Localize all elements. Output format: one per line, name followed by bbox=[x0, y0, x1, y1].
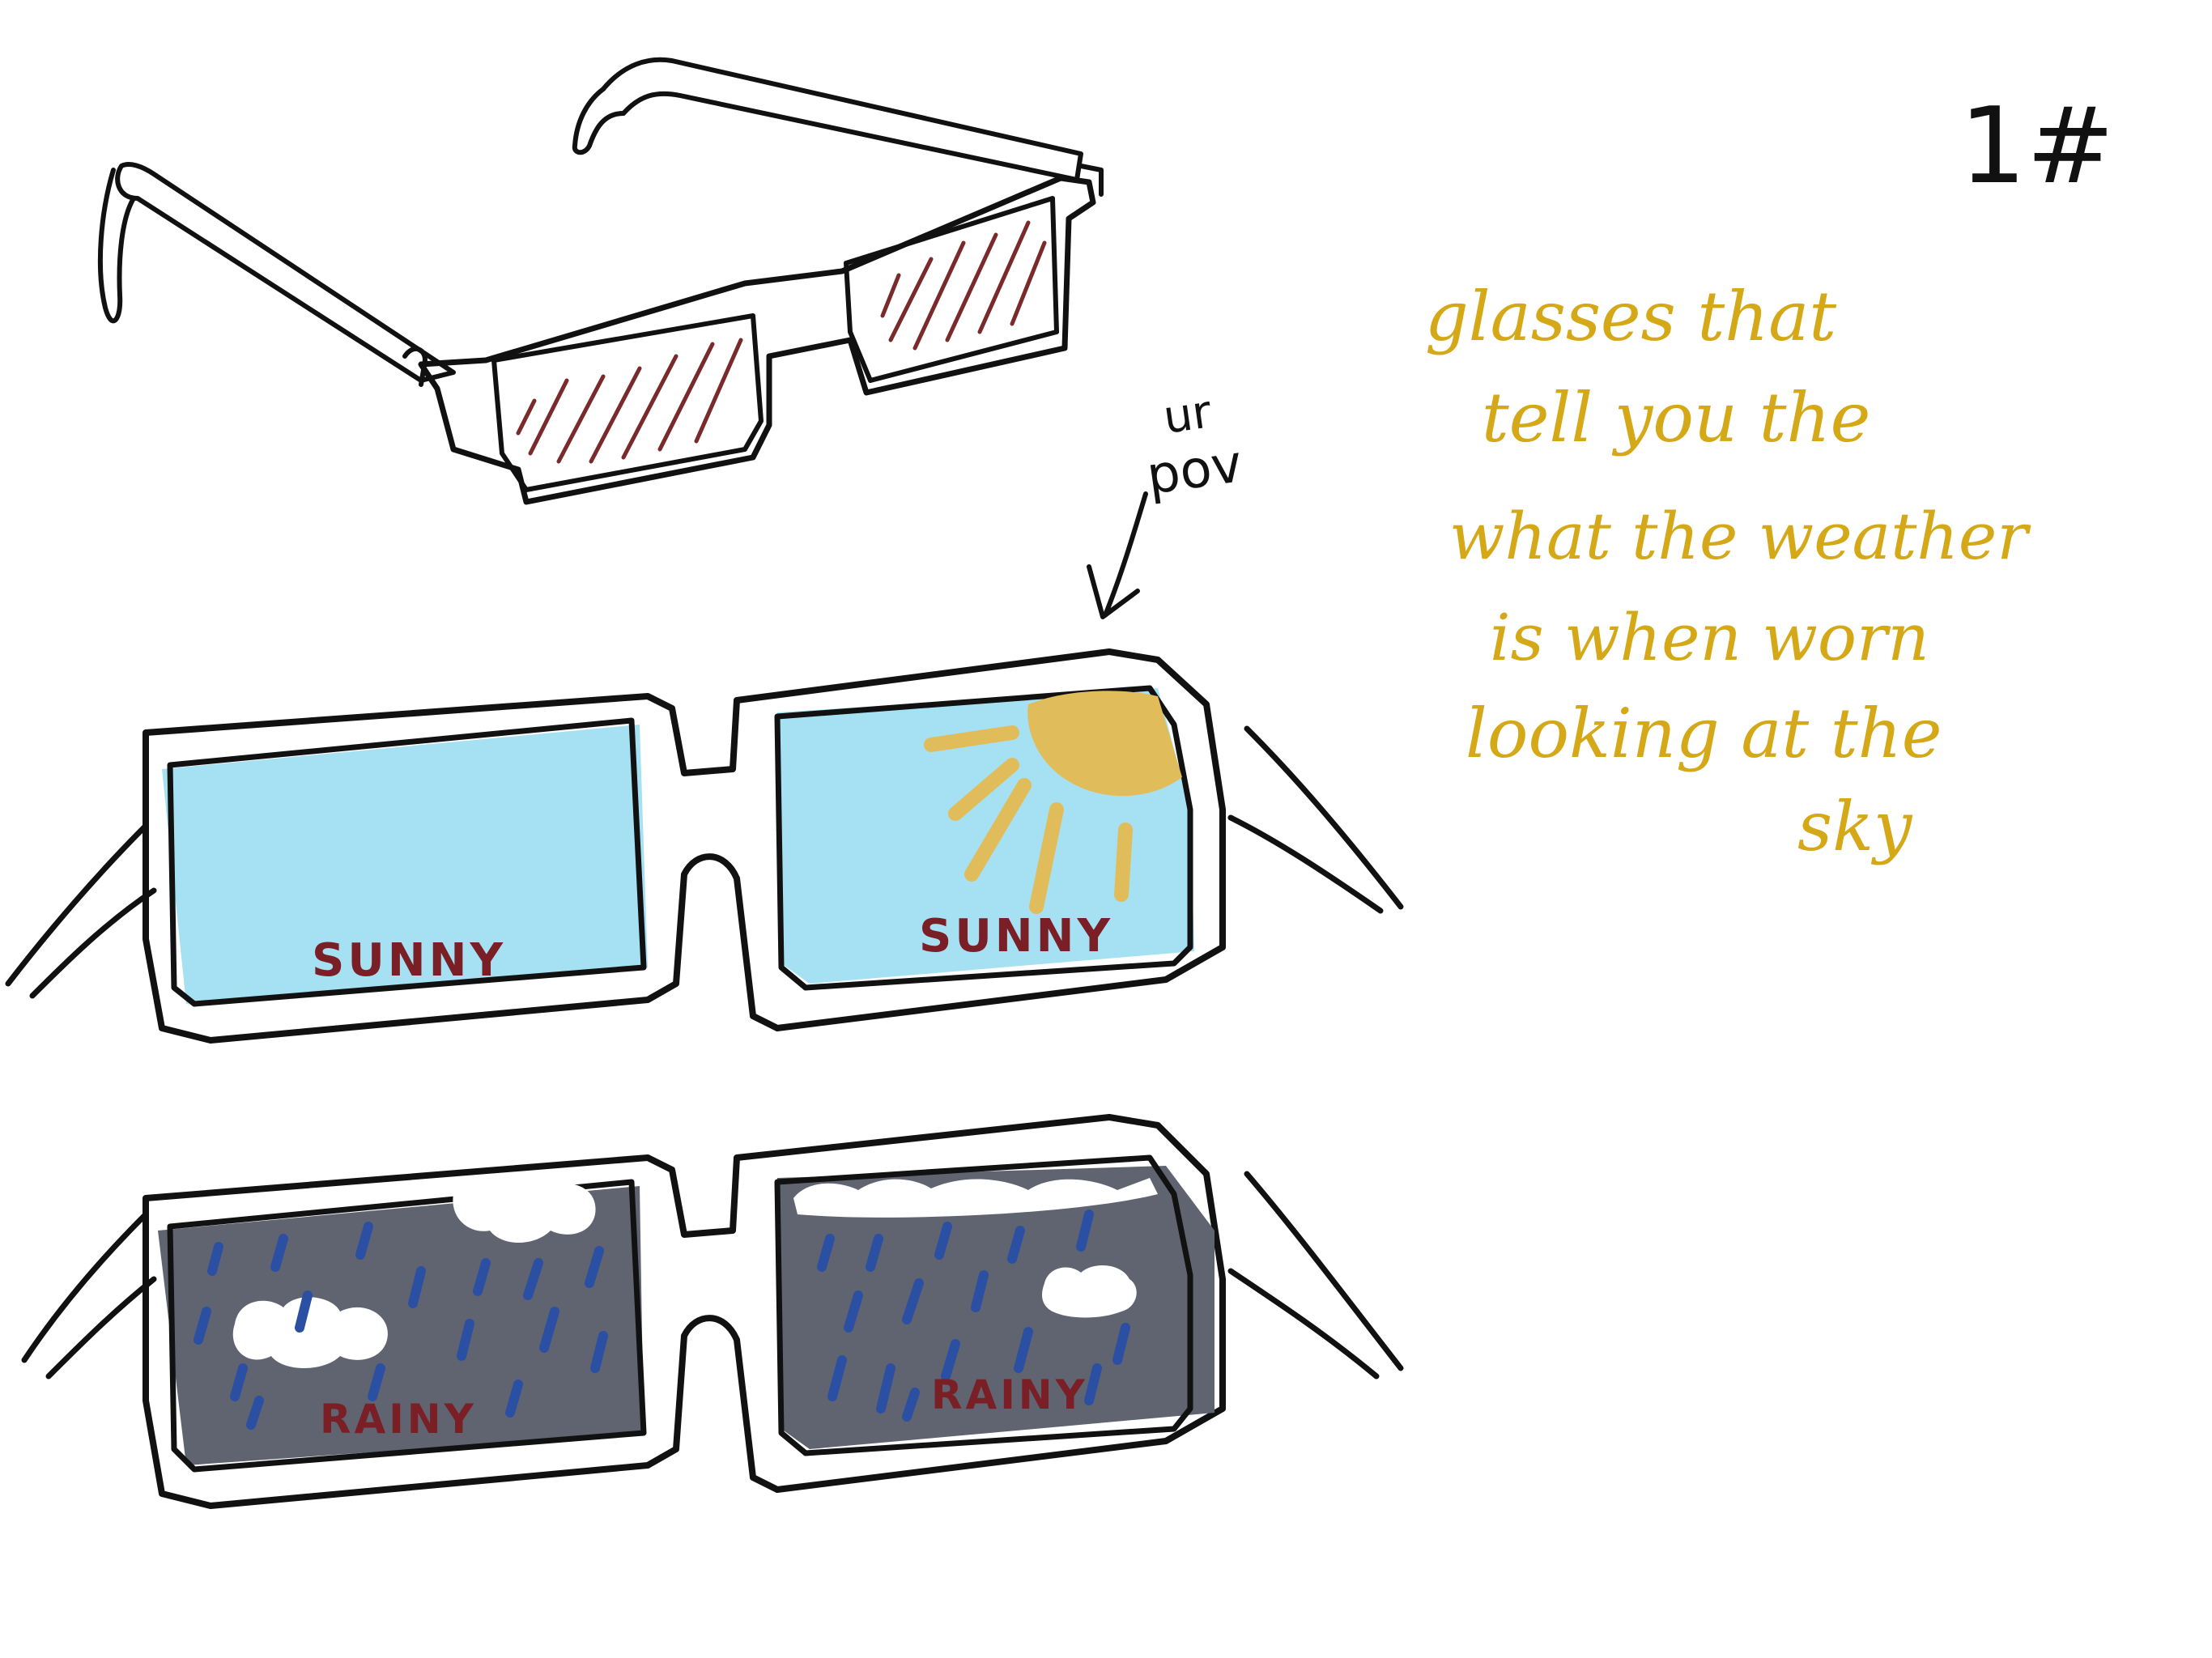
rainy-glasses: RAINY RAINY bbox=[21, 1114, 1404, 1509]
arrow-down-left-icon bbox=[1087, 491, 1148, 619]
sketch-drawing: 1# ur pov glasses that tell you the what… bbox=[5, 57, 2115, 1509]
description-line-5: looking at the bbox=[1465, 694, 1942, 773]
pov-label-line-2: pov bbox=[1143, 434, 1246, 507]
sunny-right-label: SUNNY bbox=[919, 910, 1113, 963]
sketch-canvas: 1# ur pov glasses that tell you the what… bbox=[0, 0, 2212, 1658]
rainy-left-label: RAINY bbox=[320, 1396, 477, 1443]
page-number: 1# bbox=[1959, 84, 2115, 207]
glasses-sketch-icon bbox=[97, 57, 1104, 505]
description-line-6: sky bbox=[1797, 787, 1913, 866]
description-line-4: is when worn bbox=[1490, 600, 1929, 675]
pov-callout: ur pov bbox=[1087, 385, 1246, 619]
sunny-glasses: SUNNY SUNNY bbox=[5, 648, 1404, 1044]
sunny-left-label: SUNNY bbox=[312, 934, 506, 987]
description-line-1: glasses that bbox=[1425, 277, 1836, 356]
description-note: glasses that tell you the what the weath… bbox=[1425, 277, 2031, 866]
pov-label-line-1: ur bbox=[1160, 385, 1215, 444]
description-line-3: what the weather bbox=[1449, 499, 2031, 574]
description-line-2: tell you the bbox=[1482, 378, 1870, 457]
rainy-right-label: RAINY bbox=[931, 1371, 1088, 1418]
